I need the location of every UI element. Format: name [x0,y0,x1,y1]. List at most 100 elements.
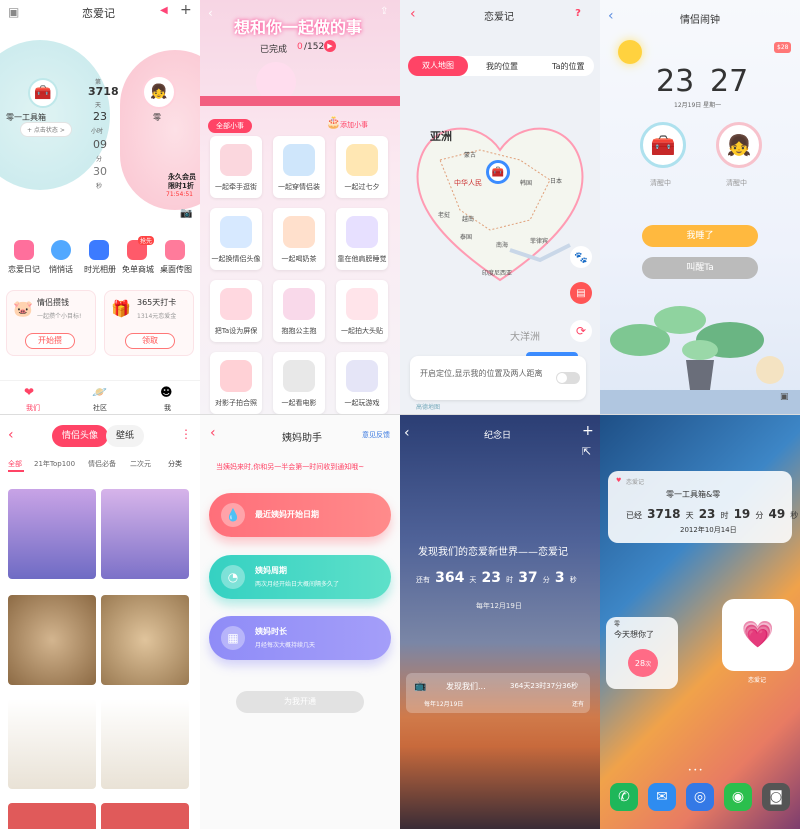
todo-tile[interactable]: 靠在他肩膀睡觉 [336,208,388,270]
browser-icon[interactable]: ◎ [686,783,714,811]
todo-tile[interactable]: 对影子拍合照 [210,352,262,414]
app-tile[interactable]: 💗 [722,599,794,671]
feedback-link[interactable]: 意见反馈 [362,430,390,440]
open-button[interactable]: 为我开通 [236,691,364,713]
avatar-pair[interactable] [8,803,96,829]
nav-us[interactable]: 我们 [26,403,40,413]
message-icon[interactable]: ✉ [648,783,676,811]
play-icon[interactable]: ▶ [324,40,336,52]
camera-icon[interactable]: 📷 [180,208,192,219]
tab-couple-map[interactable]: 双人地图 [408,56,468,76]
share-icon[interactable]: ⇱ [582,445,591,458]
camera-icon[interactable]: ◙ [762,783,790,811]
filter-dropdown[interactable]: 全部小事 [208,119,252,133]
planet-nav-icon[interactable]: 🪐 [92,385,107,399]
chat-icon[interactable] [51,240,71,260]
diary-icon[interactable] [14,240,34,260]
savings-card[interactable]: 情侣攒钱 一起攒个小目标! 🐷 开始攒 [6,290,96,356]
back-icon[interactable]: ‹ [404,425,410,441]
start-date-item[interactable]: 💧 最近姨妈开始日期 [209,493,391,537]
more-icon[interactable]: ⋮ [180,427,192,441]
cat-anime[interactable]: 二次元 [130,459,151,469]
phone-icon[interactable]: ✆ [610,783,638,811]
gallery-icon[interactable]: ▣ [780,392,789,402]
feature-label[interactable]: 桌面传图 [160,264,192,275]
tab-couple-avatar[interactable]: 情侣头像 [52,425,109,447]
feature-label[interactable]: 时光相册 [84,264,116,275]
menu-icon[interactable]: ▣ [8,5,19,19]
help-icon[interactable]: ? [572,7,584,19]
cat-all[interactable]: 全部 [8,459,22,469]
location-pin-icon[interactable]: 🧰 [486,160,510,184]
cycle-item[interactable]: ◔ 姨妈周期 两次月经开始日大概间隔多久了 [209,555,391,599]
wechat-icon[interactable]: ◉ [724,783,752,811]
nav-community[interactable]: 社区 [93,403,107,413]
tab-ta-location[interactable]: Ta的位置 [552,61,584,72]
hot-badge: 抢先 [138,236,155,245]
status-button[interactable]: + 点击状态 > [20,122,72,137]
miss-widget[interactable]: 零 今天想你了 28 次 [606,617,678,689]
avatar-pair[interactable] [101,595,189,685]
anniversary-card[interactable]: 📺 发现我们... 364天23时37分36秒 每年12月19日 还有 [406,673,590,713]
todo-tile[interactable]: 一起穿情侣装 [273,136,325,198]
refresh-icon[interactable]: ⟳ [570,320,592,342]
footprint-icon[interactable]: 🐾 [570,246,592,268]
nav-me[interactable]: 我 [164,403,171,413]
location-toggle[interactable] [556,372,580,384]
back-icon[interactable]: ‹ [608,8,614,24]
cat-sort[interactable]: 分类 [168,459,182,469]
clock-minutes: 27 [710,64,749,99]
horn-icon[interactable]: ◀ [160,5,168,16]
cat-couple[interactable]: 情侣必备 [88,459,116,469]
todo-tile[interactable]: 一起过七夕 [336,136,388,198]
feature-label[interactable]: 悄悄话 [49,264,73,275]
avatar-pair[interactable] [8,699,96,789]
right-avatar[interactable]: 👧 [142,75,176,109]
feature-label[interactable]: 免单商城 [122,264,154,275]
todo-tile[interactable]: 抱抱公主抱 [273,280,325,342]
price-badge[interactable]: $28 [774,42,792,53]
sleep-button[interactable]: 我睡了 [642,225,758,247]
map-provider: 高德地图 [416,404,441,411]
feature-label[interactable]: 恋爱日记 [8,264,40,275]
avatar-pair[interactable] [101,489,189,579]
checkin-card[interactable]: 365天打卡 1314元恋爱金 🎁 领取 [104,290,194,356]
back-icon[interactable]: ‹ [208,6,213,20]
avatar-pair[interactable] [8,595,96,685]
todo-tile[interactable]: 一起看电影 [273,352,325,414]
savings-button[interactable]: 开始攒 [25,333,75,349]
todo-tile[interactable]: 一起拍大头贴 [336,280,388,342]
desktop-icon[interactable] [165,240,185,260]
todo-tile[interactable]: 一起换情侣头像 [210,208,262,270]
add-icon[interactable]: + [180,2,192,18]
add-todo-button[interactable]: 添加小事 [340,120,368,130]
anniversary-widget[interactable]: ♥ 恋爱记 零一工具箱&零 已经 3718 天 23 时 19 分 49 秒 2… [608,471,798,543]
checkin-button[interactable]: 领取 [125,333,175,349]
todo-tile[interactable]: 一起牵手逛街 [210,136,262,198]
back-icon[interactable]: ‹ [410,6,416,22]
todo-tile[interactable]: 把Ta设为屏保 [210,280,262,342]
avatar-pair[interactable] [101,699,189,789]
heart-nav-icon[interactable]: ❤ [24,385,34,399]
add-icon[interactable]: + [582,423,594,439]
back-icon[interactable]: ‹ [210,425,216,441]
tab-wallpaper[interactable]: 壁纸 [106,425,145,447]
share-icon[interactable]: ⇪ [380,6,388,17]
todo-tile[interactable]: 一起玩游戏 [336,352,388,414]
me-nav-icon[interactable]: ☻ [160,385,173,399]
print-icon[interactable]: ▤ [570,282,592,304]
tv-icon[interactable] [89,240,109,260]
cat-top100[interactable]: 21年Top100 [34,459,75,469]
avatar-pair[interactable] [8,489,96,579]
duration-item[interactable]: ▦ 姨妈时长 月经每次大概持续几天 [209,616,391,660]
avatar-pair[interactable] [101,803,189,829]
right-partner-avatar[interactable]: 👧 [716,122,762,168]
left-avatar[interactable]: 🧰 [28,78,58,108]
map-label: 日本 [550,178,563,185]
vip-line2[interactable]: 限时1折 [168,181,194,191]
back-icon[interactable]: ‹ [8,427,14,443]
wake-button[interactable]: 叫醒Ta [642,257,758,279]
tab-my-location[interactable]: 我的位置 [486,61,518,72]
todo-tile[interactable]: 一起喝奶茶 [273,208,325,270]
left-partner-avatar[interactable]: 🧰 [640,122,686,168]
